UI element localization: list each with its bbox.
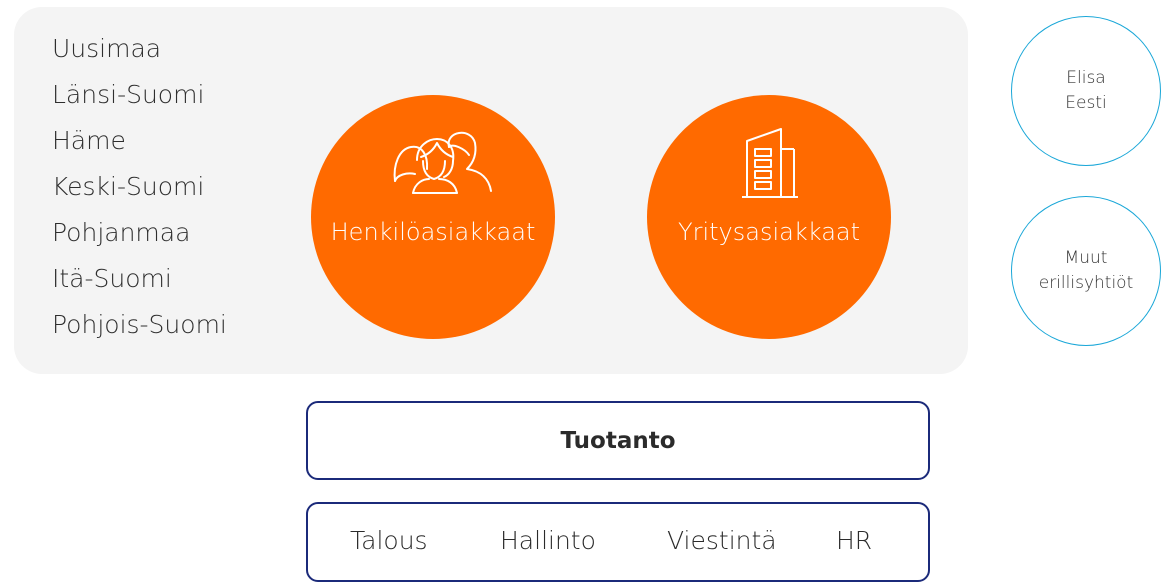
support-function-administration: Hallinto bbox=[500, 526, 596, 555]
consumer-segment-circle: Henkilöasiakkaat bbox=[311, 95, 555, 339]
consumer-segment-label: Henkilöasiakkaat bbox=[330, 218, 536, 246]
support-functions-bar: Talous Hallinto Viestintä HR bbox=[306, 502, 930, 582]
corporate-segment-circle: Yritysasiakkaat bbox=[647, 95, 891, 339]
subsidiary-circle-other: Muut erillisyhtiöt bbox=[1011, 196, 1161, 346]
building-icon bbox=[742, 128, 798, 198]
subsidiary-label-line: Eesti bbox=[1065, 93, 1107, 113]
region-item: Uusimaa bbox=[52, 34, 162, 63]
region-item: Häme bbox=[52, 126, 126, 155]
subsidiary-label-line: erillisyhtiöt bbox=[1038, 273, 1134, 293]
production-bar: Tuotanto bbox=[306, 401, 930, 480]
subsidiary-label-line: Elisa bbox=[1066, 68, 1106, 88]
support-function-communications: Viestintä bbox=[667, 526, 777, 555]
production-label: Tuotanto bbox=[560, 427, 676, 454]
region-item: Keski-Suomi bbox=[52, 172, 205, 201]
subsidiary-label-line: Muut bbox=[1064, 248, 1108, 268]
region-item: Pohjanmaa bbox=[52, 218, 191, 247]
corporate-segment-label: Yritysasiakkaat bbox=[677, 218, 861, 246]
region-item: Länsi-Suomi bbox=[52, 80, 205, 109]
support-function-finance: Talous bbox=[350, 526, 428, 555]
region-item: Pohjois-Suomi bbox=[52, 310, 227, 339]
regions-list: Uusimaa Länsi-Suomi Häme Keski-Suomi Poh… bbox=[52, 26, 227, 348]
people-icon bbox=[393, 132, 492, 194]
region-item: Itä-Suomi bbox=[52, 264, 172, 293]
subsidiary-circle-elisa-eesti: Elisa Eesti bbox=[1011, 16, 1161, 166]
support-function-hr: HR bbox=[836, 526, 873, 555]
